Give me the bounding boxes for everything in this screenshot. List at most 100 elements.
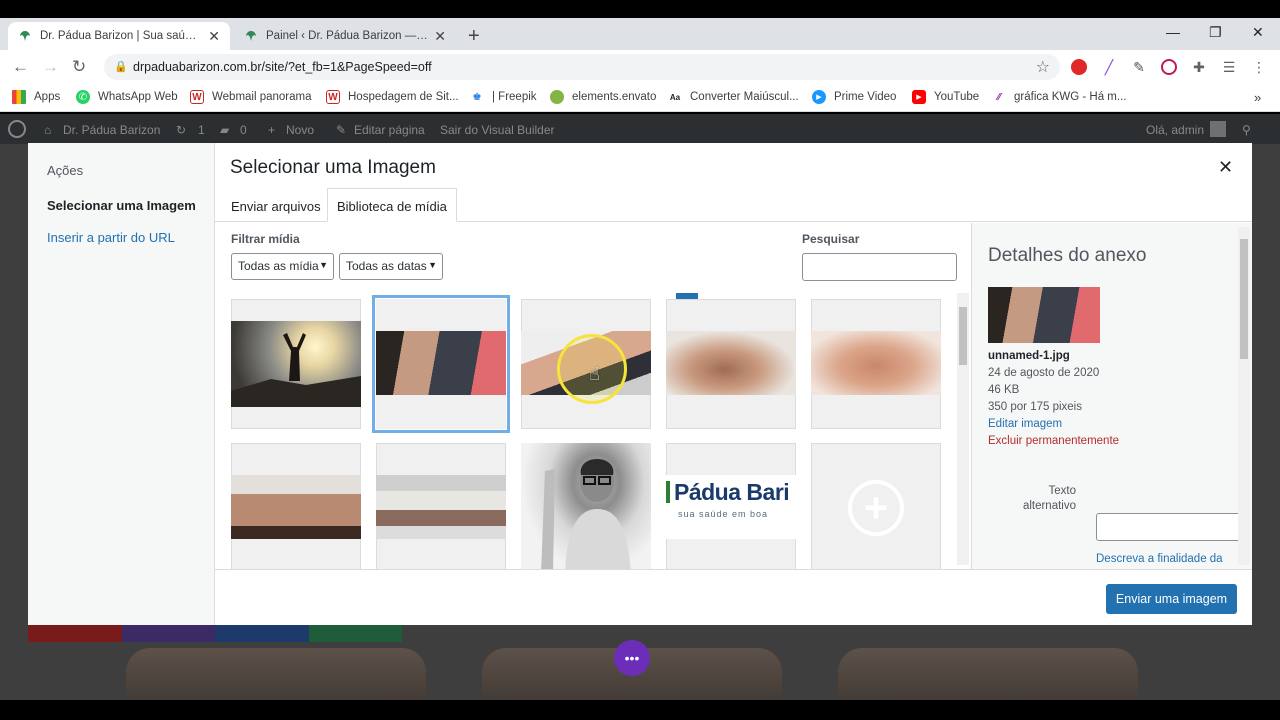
bookmark-converter[interactable]: Aa Converter Maiúscul... xyxy=(668,90,799,104)
bookmarks-bar: Apps ✆ WhatsApp Web W Webmail panorama W… xyxy=(0,84,1280,112)
grid-scrollbar-thumb[interactable] xyxy=(959,307,967,365)
details-size: 46 KB xyxy=(988,384,1020,396)
youtube-icon: ▶ xyxy=(912,90,926,104)
tab-search-icon[interactable]: ☰ xyxy=(1220,58,1238,76)
sidebar-scrollbar[interactable] xyxy=(1238,227,1250,565)
tab-title: Painel ‹ Dr. Pádua Barizon — Wo xyxy=(266,30,429,42)
filter-label: Filtrar mídia xyxy=(231,232,300,246)
pencil-icon: ✎ xyxy=(336,123,347,137)
bookmark-hospedagem[interactable]: W Hospedagem de Sit... xyxy=(326,90,459,104)
filter-type-value: Todas as mídia xyxy=(238,259,319,273)
bookmark-label: Prime Video xyxy=(834,91,897,103)
attachment-shoulder-massage[interactable] xyxy=(811,299,941,429)
eyedropper-extension-icon[interactable]: ✎ xyxy=(1130,58,1148,76)
bookmark-freepik[interactable]: ♚ | Freepik xyxy=(470,90,537,104)
envato-icon xyxy=(550,90,564,104)
menu-item-select-image[interactable]: Selecionar uma Imagem xyxy=(47,198,196,213)
plus-circle-icon: + xyxy=(848,480,904,536)
address-bar[interactable]: 🔒 drpaduabarizon.com.br/site/?et_fb=1&Pa… xyxy=(104,54,1060,80)
bookmark-label: Converter Maiúscul... xyxy=(690,91,799,103)
edit-image-link[interactable]: Editar imagem xyxy=(988,418,1062,430)
media-type-filter[interactable]: Todas as mídia ▼ xyxy=(231,253,334,280)
comments-count[interactable]: 0 xyxy=(240,123,247,137)
bookmark-whatsapp[interactable]: ✆ WhatsApp Web xyxy=(76,90,178,104)
builder-menu-dots-icon[interactable]: ••• xyxy=(614,640,650,676)
bookmark-label: WhatsApp Web xyxy=(98,91,178,103)
bookmark-grafica-kwg[interactable]: ⁄⁄ gráfica KWG - Há m... xyxy=(992,90,1126,104)
thumbnail-image xyxy=(231,475,361,539)
admin-new-link[interactable]: Novo xyxy=(286,123,314,137)
sidebar-scrollbar-thumb[interactable] xyxy=(1240,239,1248,359)
close-window-icon[interactable]: ✕ xyxy=(1252,24,1264,41)
attachment-back-massage[interactable] xyxy=(666,299,796,429)
attachment-doctor-portrait[interactable] xyxy=(521,443,651,569)
alt-text-input[interactable] xyxy=(1096,513,1248,541)
alt-text-help-link[interactable]: Descreva a finalidade da xyxy=(1096,553,1223,565)
restore-window-icon[interactable]: ❐ xyxy=(1209,24,1222,41)
admin-exit-builder-link[interactable]: Sair do Visual Builder xyxy=(440,123,555,137)
media-toolbar-footer: Enviar uma imagem xyxy=(215,569,1252,625)
reload-icon[interactable]: ↻ xyxy=(72,57,86,77)
bookmark-label: Hospedagem de Sit... xyxy=(348,91,459,103)
modal-title: Selecionar uma Imagem xyxy=(230,157,436,178)
menu-item-insert-from-url[interactable]: Inserir a partir do URL xyxy=(47,230,175,245)
admin-greeting[interactable]: Olá, admin xyxy=(1146,123,1204,137)
wp-admin-bar: ⌂ Dr. Pádua Barizon ↻ 1 ▰ 0 + Novo ✎ Edi… xyxy=(0,114,1280,144)
browser-tab-dashboard[interactable]: Painel ‹ Dr. Pádua Barizon — Wo ✕ xyxy=(234,22,456,50)
delete-permanently-link[interactable]: Excluir permanentemente xyxy=(988,435,1119,447)
background-image xyxy=(126,648,426,700)
tab-upload-files[interactable]: Enviar arquivos xyxy=(222,189,330,223)
attachment-physiotherapy[interactable] xyxy=(376,443,506,569)
tab-close-icon[interactable]: ✕ xyxy=(434,28,446,45)
bookmark-youtube[interactable]: ▶ YouTube xyxy=(912,90,979,104)
back-arrow-icon[interactable]: ← xyxy=(12,57,29,77)
avatar xyxy=(1210,121,1226,137)
details-date: 24 de agosto de 2020 xyxy=(988,367,1100,379)
bookmark-star-icon[interactable]: ☆ xyxy=(1036,57,1050,77)
media-menu: Ações Selecionar uma Imagem Inserir a pa… xyxy=(28,143,215,625)
tab-close-icon[interactable]: ✕ xyxy=(208,28,220,45)
browser-toolbar: ← → ↻ 🔒 drpaduabarizon.com.br/site/?et_f… xyxy=(0,50,1280,84)
filter-date-value: Todas as datas xyxy=(346,259,427,273)
media-date-filter[interactable]: Todas as datas ▼ xyxy=(339,253,443,280)
pen-extension-icon[interactable]: ╱ xyxy=(1100,58,1118,76)
bookmark-label: Apps xyxy=(34,91,61,103)
attachment-unnamed-1[interactable] xyxy=(376,299,506,429)
tab-media-library[interactable]: Biblioteca de mídia xyxy=(327,188,457,222)
attachment-mountain-sunrise[interactable] xyxy=(231,299,361,429)
webmail-icon: W xyxy=(190,90,204,104)
bookmark-webmail[interactable]: W Webmail panorama xyxy=(190,90,312,104)
chevron-down-icon: ▼ xyxy=(319,260,328,270)
download-extension-icon[interactable] xyxy=(1160,58,1178,76)
grid-scrollbar[interactable] xyxy=(957,293,969,565)
chrome-menu-icon[interactable]: ⋮ xyxy=(1250,58,1268,76)
more-bookmarks-chevron-icon[interactable]: » xyxy=(1254,90,1261,105)
updates-icon: ↻ xyxy=(176,123,187,137)
plus-icon: + xyxy=(268,123,276,137)
attachment-cupping-therapy[interactable] xyxy=(231,443,361,569)
minimize-window-icon[interactable]: — xyxy=(1166,24,1180,40)
search-input[interactable] xyxy=(802,253,957,281)
hand-cursor-icon: ☝ xyxy=(589,364,600,384)
extensions-puzzle-icon[interactable]: ✚ xyxy=(1190,58,1208,76)
forward-arrow-icon[interactable]: → xyxy=(42,57,59,77)
alt-text-label: Texto xyxy=(1048,485,1077,497)
attachment-padua-logo[interactable]: Pádua Bari sua saúde em boa xyxy=(666,443,796,569)
search-icon[interactable]: ⚲ xyxy=(1242,123,1251,137)
opera-extension-icon[interactable] xyxy=(1070,58,1088,76)
close-icon[interactable]: ✕ xyxy=(1218,157,1233,178)
freepik-icon: ♚ xyxy=(472,91,482,103)
browser-tab-site[interactable]: Dr. Pádua Barizon | Sua saúde em ✕ xyxy=(8,22,230,50)
attachment-add-placeholder[interactable]: + xyxy=(811,443,941,569)
bookmark-label: Webmail panorama xyxy=(212,91,312,103)
submit-image-button[interactable]: Enviar uma imagem xyxy=(1106,584,1237,614)
new-tab-plus-icon[interactable]: + xyxy=(468,25,480,48)
bookmark-envato[interactable]: elements.envato xyxy=(550,90,656,104)
admin-site-name[interactable]: Dr. Pádua Barizon xyxy=(63,123,160,137)
bookmark-prime-video[interactable]: ▶ Prime Video xyxy=(812,90,896,104)
bookmark-apps[interactable]: Apps xyxy=(12,90,60,104)
updates-count[interactable]: 1 xyxy=(198,123,205,137)
wordpress-logo-icon[interactable] xyxy=(8,120,26,138)
admin-edit-page-link[interactable]: Editar página xyxy=(354,123,425,137)
site-favicon-icon xyxy=(18,29,32,43)
